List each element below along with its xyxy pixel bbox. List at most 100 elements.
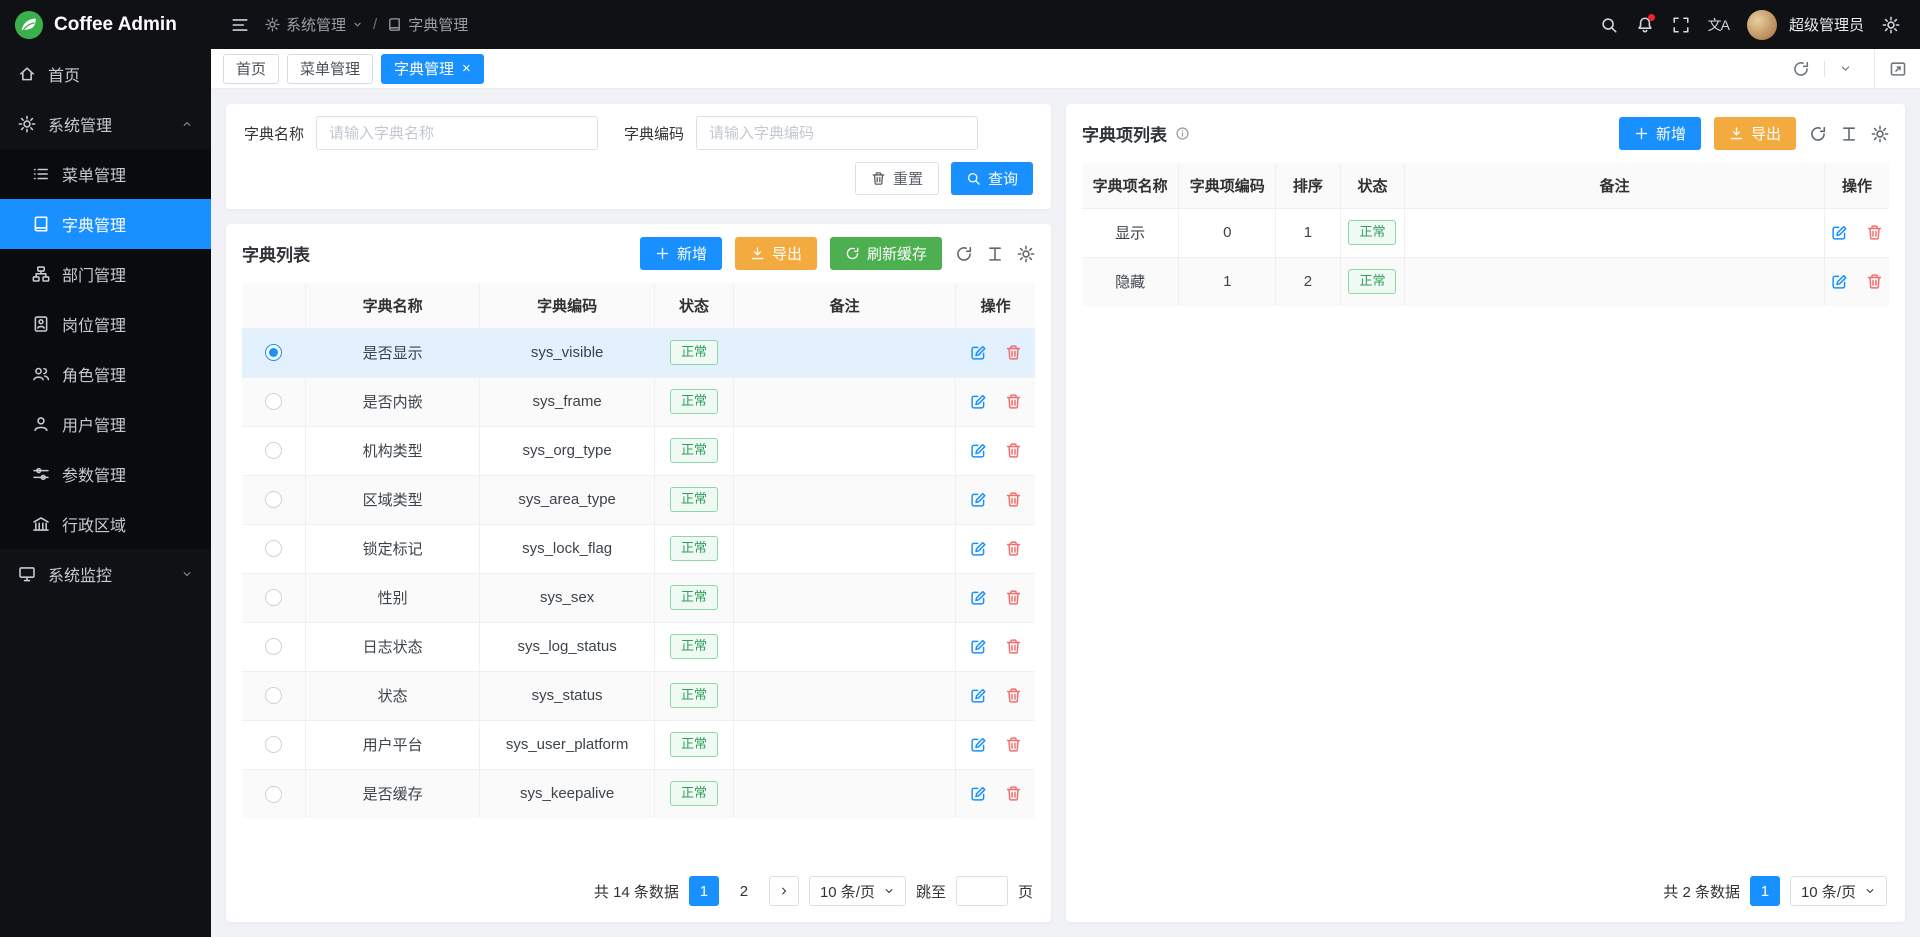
status-badge: 正常	[670, 340, 718, 365]
edit-row-button[interactable]	[970, 442, 987, 459]
dict-table-row[interactable]: 状态 sys_status 正常	[242, 671, 1035, 720]
breadcrumb-system-mgmt[interactable]: 系统管理	[265, 14, 363, 35]
dict-table-row[interactable]: 是否内嵌 sys_frame 正常	[242, 377, 1035, 426]
tab-menu-mgmt[interactable]: 菜单管理	[287, 54, 373, 84]
fullscreen-icon[interactable]	[1672, 16, 1690, 34]
edit-row-button[interactable]	[970, 491, 987, 508]
dict-item-table-row[interactable]: 隐藏 1 2 正常	[1082, 257, 1889, 306]
dict-item-table-row[interactable]: 显示 0 1 正常	[1082, 208, 1889, 257]
sidebar-item-system-mgmt[interactable]: 系统管理	[0, 99, 211, 149]
page-size-select[interactable]: 10 条/页	[1790, 876, 1887, 906]
sidebar-item-user-mgmt[interactable]: 用户管理	[0, 399, 211, 449]
edit-row-button[interactable]	[1831, 224, 1848, 241]
dict-table-row[interactable]: 是否显示 sys_visible 正常	[242, 328, 1035, 377]
search-icon[interactable]	[1600, 16, 1618, 34]
edit-row-button[interactable]	[970, 785, 987, 802]
reset-button[interactable]: 重置	[855, 162, 939, 195]
edit-row-button[interactable]	[970, 344, 987, 361]
edit-row-button[interactable]	[970, 687, 987, 704]
dict-table-row[interactable]: 锁定标记 sys_lock_flag 正常	[242, 524, 1035, 573]
notification-dot	[1648, 14, 1655, 21]
edit-row-button[interactable]	[970, 540, 987, 557]
page-size-select[interactable]: 10 条/页	[809, 876, 906, 906]
app-logo[interactable]: Coffee Admin	[0, 0, 211, 49]
tab-home[interactable]: 首页	[223, 54, 279, 84]
close-tab-icon[interactable]: ×	[462, 61, 471, 76]
page-1-button[interactable]: 1	[1750, 876, 1780, 906]
user-name[interactable]: 超级管理员	[1789, 14, 1864, 35]
dict-table-row[interactable]: 是否缓存 sys_keepalive 正常	[242, 769, 1035, 818]
row-select-radio[interactable]	[265, 589, 282, 606]
table-settings-gear-icon[interactable]	[1017, 245, 1035, 263]
dict-table-row[interactable]: 性别 sys_sex 正常	[242, 573, 1035, 622]
delete-row-button[interactable]	[1866, 224, 1883, 241]
add-dict-item-button[interactable]: 新增	[1619, 117, 1701, 150]
content-fullscreen-button[interactable]	[1874, 49, 1920, 88]
edit-row-button[interactable]	[970, 736, 987, 753]
jump-page-input[interactable]	[956, 876, 1008, 906]
row-select-radio[interactable]	[265, 638, 282, 655]
edit-row-button[interactable]	[970, 638, 987, 655]
row-select-radio[interactable]	[265, 442, 282, 459]
row-select-radio[interactable]	[265, 344, 282, 361]
column-settings-icon[interactable]	[986, 245, 1004, 263]
tab-dict-mgmt[interactable]: 字典管理 ×	[381, 54, 484, 84]
translate-icon[interactable]: 文A	[1708, 15, 1729, 35]
refresh-table-icon[interactable]	[955, 245, 973, 263]
add-dict-button[interactable]: 新增	[640, 237, 722, 270]
dict-code-input[interactable]	[696, 116, 978, 150]
dict-table-row[interactable]: 机构类型 sys_org_type 正常	[242, 426, 1035, 475]
breadcrumb-dict-mgmt[interactable]: 字典管理	[387, 14, 468, 35]
delete-row-button[interactable]	[1005, 638, 1022, 655]
sidebar-item-role-mgmt[interactable]: 角色管理	[0, 349, 211, 399]
delete-row-button[interactable]	[1005, 491, 1022, 508]
edit-row-button[interactable]	[1831, 273, 1848, 290]
row-select-radio[interactable]	[265, 540, 282, 557]
delete-row-button[interactable]	[1005, 393, 1022, 410]
query-button[interactable]: 查询	[951, 162, 1033, 195]
page-1-button[interactable]: 1	[689, 876, 719, 906]
column-settings-icon[interactable]	[1840, 125, 1858, 143]
refresh-table-icon[interactable]	[1809, 125, 1827, 143]
sidebar-item-home[interactable]: 首页	[0, 49, 211, 99]
avatar[interactable]	[1747, 10, 1777, 40]
row-select-radio[interactable]	[265, 687, 282, 704]
tab-menu-chevron-icon[interactable]	[1839, 62, 1852, 75]
dict-table-row[interactable]: 区域类型 sys_area_type 正常	[242, 475, 1035, 524]
row-select-radio[interactable]	[265, 786, 282, 803]
next-page-button[interactable]	[769, 876, 799, 906]
sidebar-item-dept-mgmt[interactable]: 部门管理	[0, 249, 211, 299]
delete-row-button[interactable]	[1005, 442, 1022, 459]
sidebar-item-menu-mgmt[interactable]: 菜单管理	[0, 149, 211, 199]
sidebar-item-region-mgmt[interactable]: 行政区域	[0, 499, 211, 549]
sidebar-item-post-mgmt[interactable]: 岗位管理	[0, 299, 211, 349]
collapse-sidebar-icon[interactable]	[231, 16, 249, 34]
delete-row-button[interactable]	[1005, 687, 1022, 704]
refresh-cache-button[interactable]: 刷新缓存	[830, 237, 942, 270]
row-select-radio[interactable]	[265, 393, 282, 410]
delete-row-button[interactable]	[1005, 785, 1022, 802]
refresh-page-icon[interactable]	[1792, 60, 1810, 78]
edit-row-button[interactable]	[970, 589, 987, 606]
row-select-radio[interactable]	[265, 736, 282, 753]
table-settings-gear-icon[interactable]	[1871, 125, 1889, 143]
sidebar-item-dict-mgmt[interactable]: 字典管理	[0, 199, 211, 249]
export-dict-button[interactable]: 导出	[735, 237, 817, 270]
row-select-radio[interactable]	[265, 491, 282, 508]
page-2-button[interactable]: 2	[729, 876, 759, 906]
delete-row-button[interactable]	[1866, 273, 1883, 290]
settings-gear-icon[interactable]	[1882, 16, 1900, 34]
sidebar-item-param-mgmt[interactable]: 参数管理	[0, 449, 211, 499]
edit-row-button[interactable]	[970, 393, 987, 410]
notifications-button[interactable]	[1636, 16, 1654, 34]
export-dict-item-button[interactable]: 导出	[1714, 117, 1796, 150]
dict-name-input[interactable]	[316, 116, 598, 150]
delete-row-button[interactable]	[1005, 540, 1022, 557]
delete-row-button[interactable]	[1005, 736, 1022, 753]
delete-row-button[interactable]	[1005, 589, 1022, 606]
delete-row-button[interactable]	[1005, 344, 1022, 361]
dict-table-row[interactable]: 日志状态 sys_log_status 正常	[242, 622, 1035, 671]
sidebar-item-system-monitor[interactable]: 系统监控	[0, 549, 211, 599]
item-sort-cell: 1	[1276, 208, 1341, 257]
dict-table-row[interactable]: 用户平台 sys_user_platform 正常	[242, 720, 1035, 769]
